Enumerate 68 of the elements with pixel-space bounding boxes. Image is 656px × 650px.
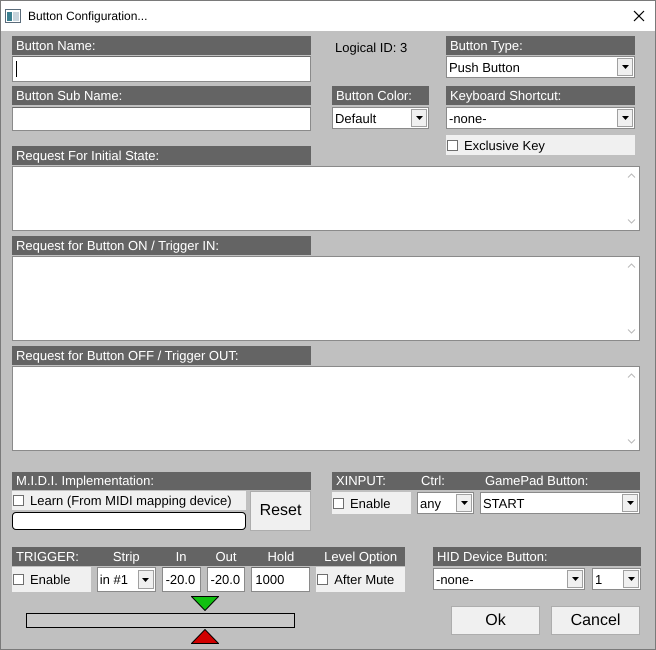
- field-label: Button Sub Name:: [12, 86, 311, 105]
- dropdown[interactable]: 1: [592, 568, 641, 590]
- input-field[interactable]: 1000: [251, 567, 310, 592]
- checkbox-label: Learn (From MIDI mapping device): [30, 493, 232, 508]
- caret-icon: [142, 578, 150, 582]
- checkbox[interactable]: [13, 574, 24, 585]
- ok-button[interactable]: Ok: [451, 606, 540, 635]
- scroll-up-icon[interactable]: [627, 263, 636, 268]
- dropdown[interactable]: in #1: [96, 567, 156, 592]
- caret-icon: [622, 65, 628, 69]
- input-field[interactable]: [12, 107, 311, 131]
- caret-icon: [628, 577, 634, 581]
- checkbox[interactable]: [333, 498, 344, 508]
- field-label: Button Type:: [446, 36, 635, 55]
- caret-icon: [416, 116, 422, 120]
- checkbox-label: Exclusive Key: [464, 138, 545, 152]
- text-area[interactable]: [12, 366, 640, 451]
- text-area[interactable]: [12, 166, 640, 231]
- field-label: Button Name:: [12, 36, 311, 55]
- field-label: Keyboard Shortcut:: [446, 86, 635, 105]
- caret-icon: [460, 501, 468, 505]
- column-label: GamePad Button:: [485, 472, 588, 490]
- column-label: XINPUT:: [336, 472, 387, 490]
- down-marker[interactable]: [190, 596, 219, 611]
- text-area[interactable]: [12, 256, 640, 341]
- column-label: Out: [214, 548, 238, 566]
- checkbox-label: Enable: [30, 572, 70, 587]
- section-header: HID Device Button:: [433, 547, 641, 566]
- column-label: TRIGGER:: [16, 548, 80, 566]
- scroll-down-icon[interactable]: [627, 439, 636, 444]
- caret-icon: [626, 501, 634, 505]
- scroll-down-icon[interactable]: [627, 219, 636, 224]
- checkbox[interactable]: [317, 574, 328, 585]
- column-label: In: [174, 548, 188, 566]
- caret-icon: [572, 577, 578, 581]
- dropdown[interactable]: -none-: [433, 568, 585, 590]
- column-label: Strip: [112, 548, 141, 566]
- cancel-button[interactable]: Cancel: [551, 606, 640, 635]
- logical-id: Logical ID: 3: [335, 40, 408, 55]
- column-label: Level Option: [323, 548, 398, 566]
- field-label: Request for Button ON / Trigger IN:: [12, 236, 311, 255]
- input-field[interactable]: -20.0: [206, 567, 246, 592]
- input-field[interactable]: [12, 56, 311, 82]
- dropdown[interactable]: -none-: [446, 107, 635, 129]
- input-field[interactable]: -20.0: [162, 567, 200, 592]
- checkbox-label: After Mute: [334, 572, 394, 587]
- dropdown[interactable]: Default: [332, 107, 429, 129]
- scroll-up-icon[interactable]: [627, 173, 636, 178]
- scroll-down-icon[interactable]: [627, 329, 636, 334]
- window-title: Button Configuration...: [28, 9, 148, 23]
- reset-button[interactable]: Reset: [250, 491, 311, 531]
- checkbox[interactable]: [13, 495, 24, 506]
- field-label: Button Color:: [332, 86, 429, 105]
- close-icon[interactable]: [633, 10, 645, 22]
- field-label: Request For Initial State:: [12, 146, 311, 165]
- app-icon: [5, 9, 21, 23]
- caret-icon: [622, 116, 628, 120]
- checkbox[interactable]: [447, 140, 458, 150]
- dropdown[interactable]: Push Button: [446, 56, 635, 78]
- dropdown[interactable]: any: [417, 492, 474, 514]
- checkbox-label: Enable: [350, 496, 390, 510]
- input-field[interactable]: [12, 512, 246, 530]
- field-label: Request for Button OFF / Trigger OUT:: [12, 346, 311, 365]
- dropdown[interactable]: START: [480, 492, 640, 514]
- scroll-up-icon[interactable]: [627, 373, 636, 378]
- column-label: Hold: [266, 548, 296, 566]
- column-label: Ctrl:: [421, 472, 446, 490]
- section-header: M.I.D.I. Implementation:: [12, 472, 311, 490]
